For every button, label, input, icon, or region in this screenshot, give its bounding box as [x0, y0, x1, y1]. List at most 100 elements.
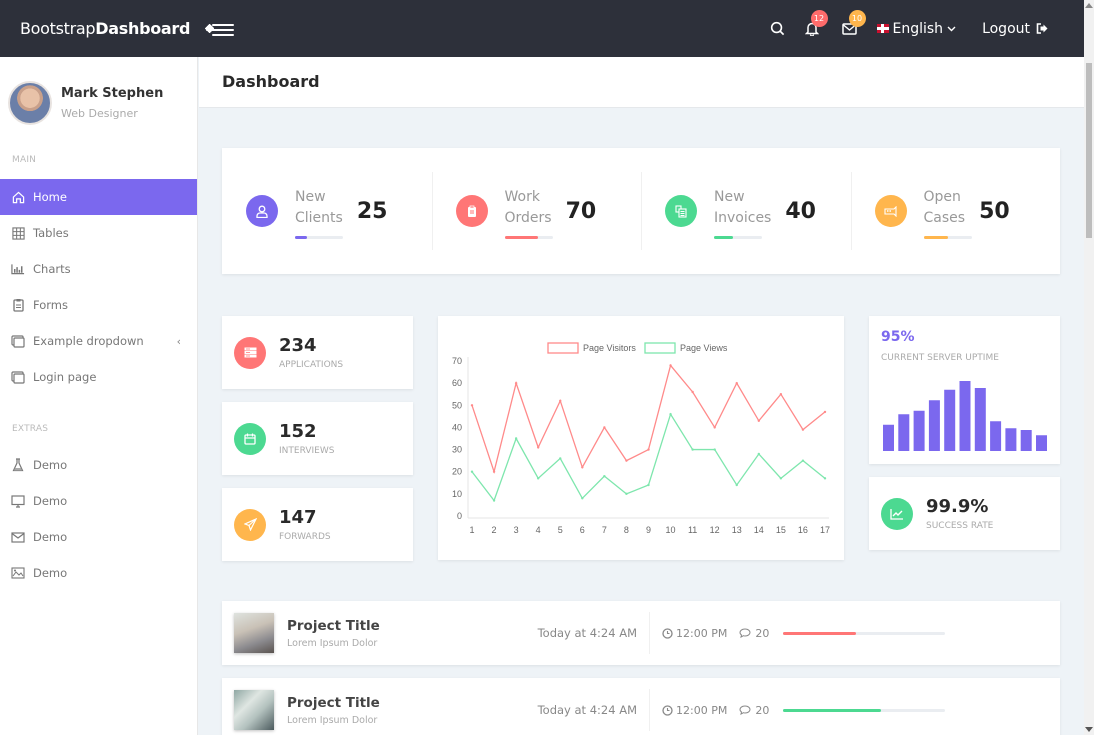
project-title[interactable]: Project Title	[287, 695, 529, 711]
data-point	[823, 477, 827, 480]
x-tick-label: 16	[798, 525, 808, 535]
x-tick-label: 12	[710, 525, 720, 535]
project-date: Today at 4:24 AM	[537, 626, 637, 640]
top-navbar: BootstrapDashboard 12 10 English Logout	[0, 0, 1084, 57]
sidebar-item-demo-2[interactable]: Demo	[0, 483, 197, 519]
data-point	[757, 452, 761, 456]
data-point	[514, 381, 518, 385]
stat-icon-circle	[874, 195, 907, 227]
y-tick-label: 40	[452, 422, 462, 432]
stat-progress-bar	[923, 236, 972, 239]
stat-label-line2: Invoices	[714, 210, 772, 226]
server-uptime-card: 95% Current Server Uptime	[869, 316, 1060, 464]
data-point	[735, 483, 738, 487]
stat-label-line1: Open	[923, 189, 961, 205]
sidebar-item-tables[interactable]: Tables	[0, 215, 197, 251]
data-point	[470, 404, 474, 407]
uptime-bar-chart	[883, 381, 1047, 451]
logout-label: Logout	[982, 20, 1030, 37]
uptime-bar	[974, 388, 986, 451]
success-rate-label: Success Rate	[926, 521, 994, 531]
brand-logo[interactable]: BootstrapDashboard	[20, 19, 190, 38]
data-point	[757, 419, 761, 422]
data-point	[581, 466, 584, 469]
x-tick-label: 5	[558, 525, 563, 535]
search-button[interactable]	[769, 20, 787, 38]
sidebar-item-demo-4[interactable]: Demo	[0, 555, 197, 591]
stat-icon-circle	[234, 508, 266, 541]
sidebar-item-forms[interactable]: Forms	[0, 287, 197, 323]
scroll-down-arrow[interactable]	[1085, 727, 1093, 732]
server-icon	[244, 347, 256, 358]
line-chart-card: 0 10 20 30 40 50 60 70 1 2 3 4 5 6 7 8 9 10 11 12 13 14 15 16 17…	[438, 316, 844, 560]
data-point	[735, 381, 738, 385]
uptime-bar	[959, 381, 971, 451]
data-point	[801, 428, 805, 431]
interviews-value: 152	[279, 421, 317, 442]
project-title[interactable]: Project Title	[287, 618, 529, 634]
project-row[interactable]: Project Title Lorem Ipsum Dolor Today at…	[222, 678, 1060, 735]
main-content: Dashboard New Clients 25 Work Orders 70	[199, 57, 1084, 735]
stat-label-line1: Work	[504, 189, 540, 205]
project-subtitle: Lorem Ipsum Dolor	[287, 637, 378, 649]
data-point	[492, 470, 496, 473]
line-chart: 0102030405060701 2 3 4 5 6 7 8 9 10 11 12 13 14 15 16 17…	[452, 342, 830, 535]
data-point	[669, 364, 672, 367]
user-profile[interactable]: Mark Stephen Web Designer	[0, 57, 197, 125]
stat-value: 70	[565, 198, 597, 224]
project-comments[interactable]: 20	[739, 627, 769, 640]
sidebar-item-demo-3[interactable]: Demo	[0, 519, 197, 555]
sidebar-item-example-dropdown[interactable]: Example dropdown ‹	[0, 323, 197, 359]
stat-progress-fill	[923, 236, 948, 239]
project-row[interactable]: Project Title Lorem Ipsum Dolor Today at…	[222, 601, 1060, 665]
scrollbar-thumb[interactable]	[1086, 63, 1092, 238]
stat-open-cases: Open Cases 50	[850, 148, 1061, 274]
page-header: Dashboard	[199, 57, 1084, 108]
user-name: Mark Stephen	[61, 86, 164, 101]
data-point	[625, 492, 628, 496]
stat-label-line2: Clients	[295, 210, 343, 226]
language-dropdown[interactable]: English	[876, 21, 957, 37]
stat-progress-bar	[504, 236, 553, 239]
project-thumbnail	[234, 690, 274, 730]
scroll-up-arrow[interactable]	[1085, 3, 1093, 8]
x-tick-label: 15	[776, 525, 786, 535]
calendar-icon	[244, 433, 256, 445]
divider	[649, 612, 650, 654]
sidebar-item-login-page[interactable]: Login page	[0, 359, 197, 395]
clock-icon	[662, 704, 673, 716]
sidebar-item-demo-1[interactable]: Demo	[0, 447, 197, 483]
uptime-bar	[883, 424, 894, 451]
project-comments[interactable]: 20	[739, 704, 769, 717]
y-tick-label: 0	[457, 511, 462, 521]
data-point	[647, 483, 650, 487]
x-tick-label: 14	[754, 525, 764, 535]
data-point	[536, 477, 540, 480]
success-rate-card: 99.9% Success Rate	[869, 477, 1060, 550]
interviews-card: 152 Interviews	[222, 402, 413, 475]
stat-icon-circle	[234, 422, 266, 455]
stat-work-orders: Work Orders 70	[431, 148, 642, 274]
x-tick-label: 8	[624, 525, 629, 535]
project-progress-fill	[783, 631, 857, 635]
uptime-bar	[990, 421, 1002, 451]
uptime-bar	[913, 410, 925, 451]
uk-flag-icon	[876, 24, 889, 33]
stat-new-clients: New Clients 25	[222, 148, 432, 274]
y-tick-label: 50	[452, 400, 462, 410]
comment-icon	[739, 628, 751, 638]
logout-button[interactable]: Logout	[982, 21, 1048, 37]
page-scrollbar[interactable]	[1084, 57, 1094, 735]
notifications-button[interactable]: 12	[803, 9, 828, 38]
legend-label: Page Visitors	[583, 343, 636, 353]
project-progress-bar	[783, 631, 946, 635]
sidebar-item-label: Demo	[33, 530, 68, 544]
x-tick-label: 7	[602, 525, 607, 535]
messages-button[interactable]: 10	[841, 9, 866, 38]
sidebar-toggle-button[interactable]	[204, 21, 235, 37]
x-tick-label: 1	[469, 525, 474, 535]
project-date: Today at 4:24 AM	[537, 703, 637, 717]
sidebar-item-charts[interactable]: Charts	[0, 251, 197, 287]
y-tick-label: 70	[452, 356, 462, 366]
sidebar-item-home[interactable]: Home	[0, 179, 197, 215]
